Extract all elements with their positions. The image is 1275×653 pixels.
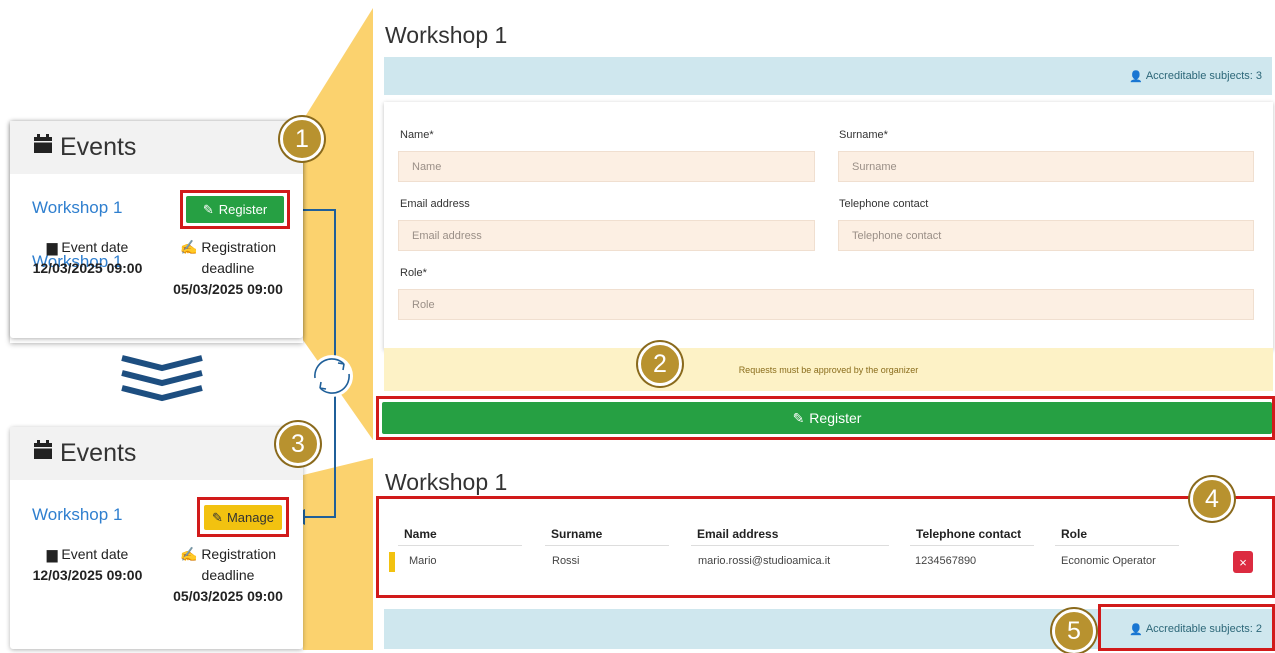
email-label: Email address (400, 198, 470, 210)
role-input[interactable]: Role (398, 289, 1254, 320)
event-date-value: 12/03/2025 09:00 (32, 567, 143, 583)
sync-icon (311, 355, 353, 397)
phone-label: Telephone contact (839, 198, 929, 210)
name-input[interactable]: Name (398, 151, 815, 182)
surname-label: Surname* (839, 129, 888, 141)
email-input[interactable]: Email address (398, 220, 815, 251)
deadline-value: 05/03/2025 09:00 (173, 281, 283, 297)
step-badge-3: 3 (276, 422, 320, 466)
user-icon: 👤 (1129, 70, 1143, 83)
highlight-box (1098, 604, 1275, 651)
accreditable-count: Accreditable subjects: 3 (1145, 70, 1262, 82)
highlight-box (197, 497, 289, 537)
card-header: Events (10, 121, 303, 174)
card-header-title: Events (60, 439, 137, 467)
panel-title: Workshop 1 (385, 469, 508, 495)
zoom-wedge-bottom (303, 458, 373, 650)
calendar-icon: ▆ (46, 546, 58, 562)
name-label: Name* (400, 129, 434, 141)
signature-icon: ✍ (179, 239, 198, 255)
deadline-label: deadline (201, 567, 255, 583)
calendar-icon (32, 133, 54, 162)
event-title-link[interactable]: Workshop 1 (32, 198, 122, 218)
deadline-value: 05/03/2025 09:00 (173, 588, 283, 604)
event-date-block: ▆ Event date 12/03/2025 09:00 (30, 544, 145, 586)
deadline-label: deadline (201, 260, 255, 276)
event-date-block: ▆ Event date 12/03/2025 09:00 (30, 237, 145, 279)
events-card-register: Events Workshop 1 (10, 121, 303, 338)
calendar-icon (32, 439, 54, 468)
card-header-title: Events (60, 133, 137, 161)
step-badge-1: 1 (280, 117, 324, 161)
step-badge-2: 2 (638, 342, 682, 386)
event-date-label: Event date (61, 546, 129, 562)
registration-deadline-block: ✍ Registration deadline 05/03/2025 09:00 (168, 237, 288, 300)
role-label: Role* (400, 267, 427, 279)
phone-input[interactable]: Telephone contact (838, 220, 1254, 251)
panel-title: Workshop 1 (385, 22, 508, 48)
approval-notice: Requests must be approved by the organiz… (384, 348, 1273, 391)
registration-label: Registration (201, 239, 277, 255)
events-card-manage: Events (10, 427, 303, 649)
event-date-value: 12/03/2025 09:00 (32, 260, 143, 276)
signature-icon: ✍ (179, 546, 198, 562)
registration-deadline-block: ✍ Registration deadline 05/03/2025 09:00 (168, 544, 288, 607)
highlight-box (376, 396, 1275, 440)
registration-label: Registration (201, 546, 277, 562)
card-header: Events (10, 427, 303, 480)
calendar-icon: ▆ (46, 239, 58, 255)
step-badge-4: 4 (1190, 477, 1234, 521)
accreditable-info-bar: 👤 Accreditable subjects: 3 (384, 57, 1272, 95)
event-title-link[interactable]: Workshop 1 (32, 505, 122, 525)
highlight-box (180, 190, 290, 229)
highlight-box (376, 496, 1275, 598)
event-date-label: Event date (61, 239, 129, 255)
surname-input[interactable]: Surname (838, 151, 1254, 182)
chevrons-down-icon (121, 355, 203, 402)
step-badge-5: 5 (1052, 609, 1096, 653)
